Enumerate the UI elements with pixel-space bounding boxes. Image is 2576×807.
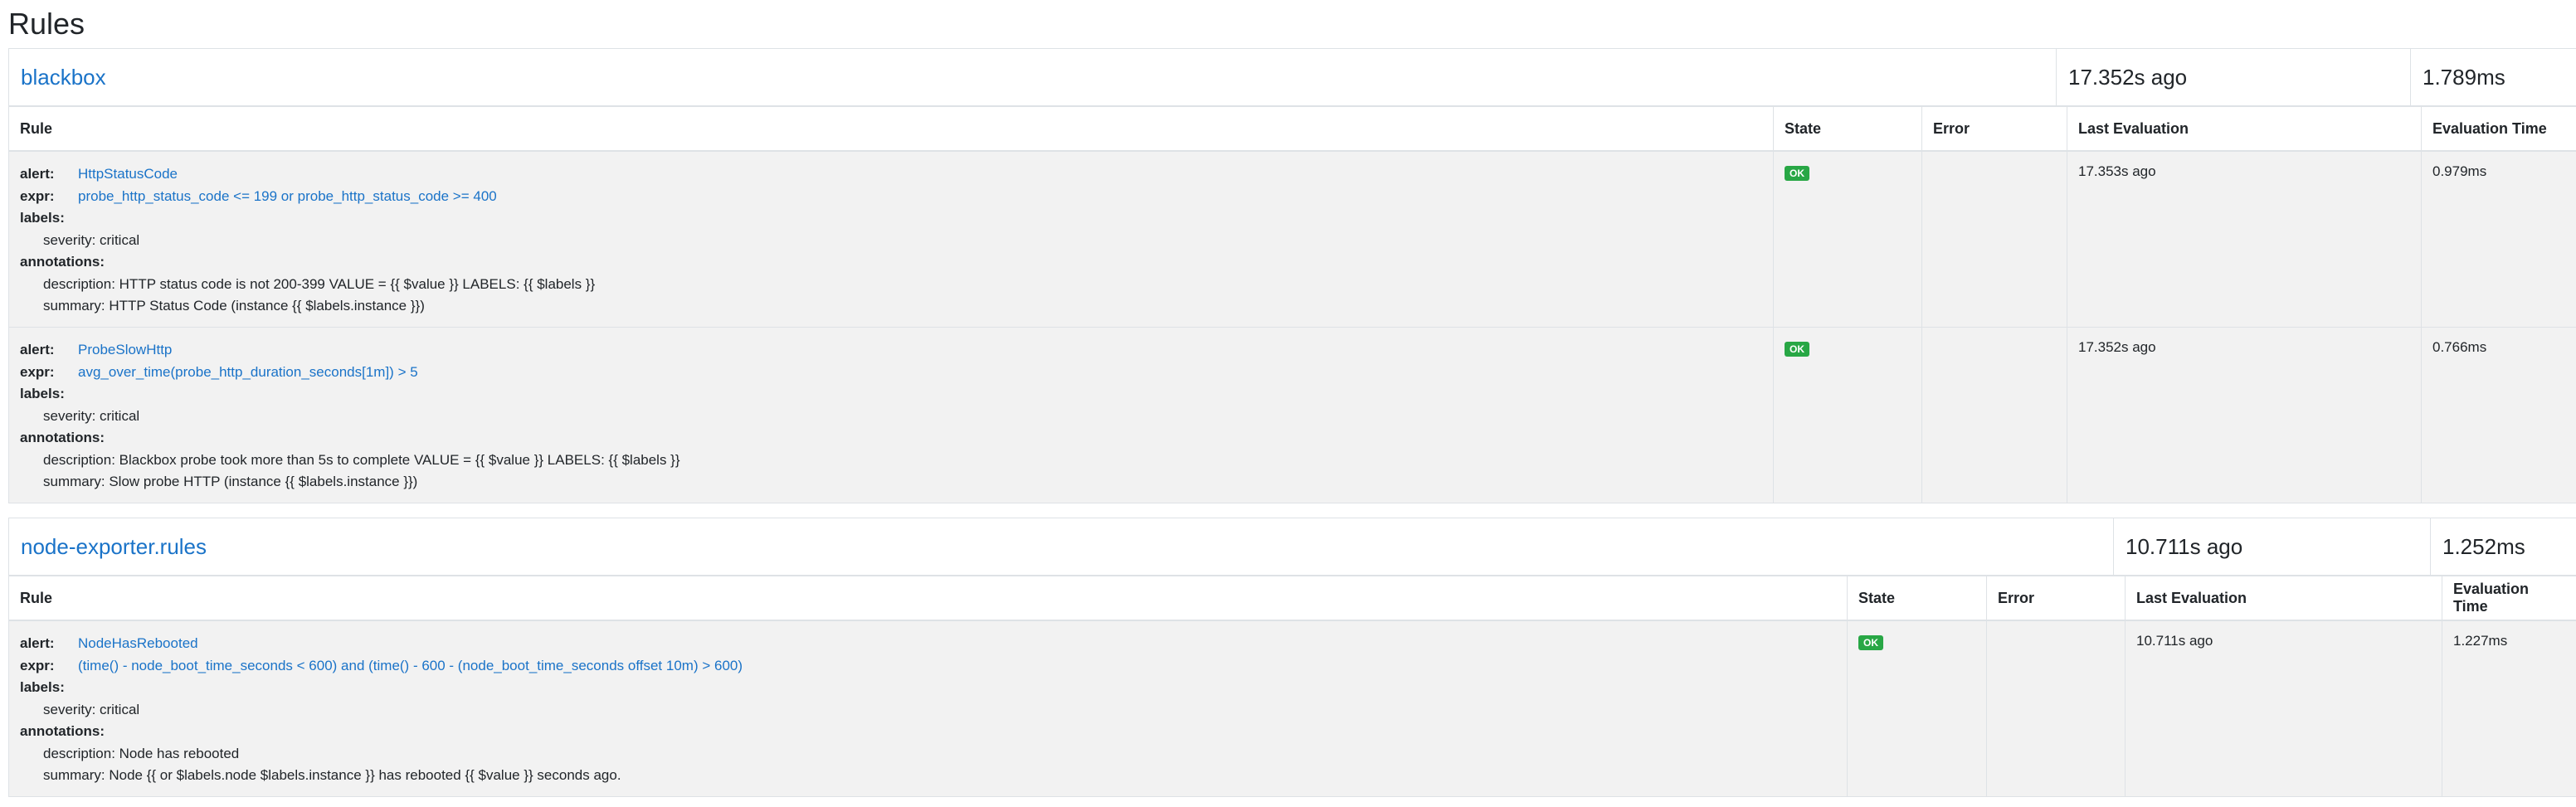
last-evaluation-cell: 17.353s ago [2067, 152, 2422, 327]
column-header-rule: Rule [9, 107, 1774, 150]
group-last-evaluation: 10.711s ago [2114, 518, 2431, 575]
table-row: alert: NodeHasRebooted expr: (time() - nod… [9, 621, 2576, 797]
rule-definition: alert: ProbeSlowHttp expr: avg_over_time(p… [9, 328, 1774, 503]
table-row: alert: ProbeSlowHttp expr: avg_over_time(p… [9, 328, 2576, 503]
table-row: alert: HttpStatusCode expr: probe_http_sta… [9, 152, 2576, 328]
alert-name-link[interactable]: NodeHasRebooted [78, 635, 198, 651]
label-item: severity: critical [43, 407, 140, 424]
labels-key: labels: [20, 679, 65, 695]
annotations-key: annotations: [20, 723, 105, 739]
annotations-key: annotations: [20, 254, 105, 270]
expr-key: expr: [20, 187, 55, 204]
expr-link[interactable]: avg_over_time(probe_http_duration_second… [78, 364, 418, 380]
state-badge: OK [1785, 166, 1809, 181]
last-evaluation-cell: 10.711s ago [2126, 621, 2442, 796]
column-header-evaluation-time: Evaluation Time [2442, 576, 2576, 620]
expr-key: expr: [20, 363, 55, 380]
state-badge: OK [1785, 342, 1809, 357]
annotation-summary: summary: HTTP Status Code (instance {{ $… [43, 298, 425, 314]
alert-name-link[interactable]: HttpStatusCode [78, 166, 178, 182]
expr-link[interactable]: probe_http_status_code <= 199 or probe_h… [78, 188, 497, 204]
expr-key: expr: [20, 657, 55, 673]
evaluation-time-cell: 1.227ms [2442, 621, 2576, 796]
group-header: blackbox 17.352s ago 1.789ms [9, 49, 2576, 107]
alert-name-link[interactable]: ProbeSlowHttp [78, 342, 172, 357]
group-name-link[interactable]: node-exporter.rules [21, 534, 207, 560]
rule-group-blackbox: blackbox 17.352s ago 1.789ms Rule State … [8, 48, 2576, 503]
column-header-last-evaluation: Last Evaluation [2126, 576, 2442, 620]
group-name-cell: node-exporter.rules [9, 518, 2114, 575]
column-header-row: Rule State Error Last Evaluation Evaluat… [9, 576, 2576, 621]
column-header-rule: Rule [9, 576, 1848, 620]
labels-key: labels: [20, 210, 65, 226]
group-evaluation-time: 1.789ms [2411, 49, 2576, 105]
column-header-evaluation-time: Evaluation Time [2422, 107, 2576, 150]
group-name-link[interactable]: blackbox [21, 65, 106, 90]
alert-key: alert: [20, 635, 55, 651]
column-header-error: Error [1987, 576, 2126, 620]
labels-key: labels: [20, 386, 65, 401]
error-cell [1922, 328, 2067, 503]
column-header-state: State [1774, 107, 1922, 150]
rule-definition: alert: NodeHasRebooted expr: (time() - nod… [9, 621, 1848, 796]
label-item: severity: critical [43, 701, 140, 717]
group-last-evaluation: 17.352s ago [2057, 49, 2411, 105]
column-header-row: Rule State Error Last Evaluation Evaluat… [9, 107, 2576, 152]
group-header: node-exporter.rules 10.711s ago 1.252ms [9, 518, 2576, 576]
error-cell [1922, 152, 2067, 327]
page-title: Rules [8, 7, 85, 41]
label-item: severity: critical [43, 231, 140, 248]
evaluation-time-cell: 0.979ms [2422, 152, 2576, 327]
state-cell: OK [1774, 152, 1922, 327]
rule-definition: alert: HttpStatusCode expr: probe_http_sta… [9, 152, 1774, 327]
error-cell [1987, 621, 2126, 796]
group-evaluation-time: 1.252ms [2431, 518, 2576, 575]
annotation-summary: summary: Node {{ or $labels.node $labels… [43, 767, 621, 783]
column-header-state: State [1848, 576, 1987, 620]
alert-key: alert: [20, 342, 55, 357]
state-cell: OK [1848, 621, 1987, 796]
rule-group-node-exporter: node-exporter.rules 10.711s ago 1.252ms … [8, 518, 2576, 797]
annotation-description: description: Node has rebooted [43, 745, 240, 761]
state-badge: OK [1858, 635, 1883, 650]
annotations-key: annotations: [20, 430, 105, 445]
evaluation-time-cell: 0.766ms [2422, 328, 2576, 503]
group-name-cell: blackbox [9, 49, 2057, 105]
annotation-description: description: Blackbox probe took more th… [43, 451, 680, 468]
last-evaluation-cell: 17.352s ago [2067, 328, 2422, 503]
annotation-summary: summary: Slow probe HTTP (instance {{ $l… [43, 474, 418, 489]
column-header-error: Error [1922, 107, 2067, 150]
column-header-last-evaluation: Last Evaluation [2067, 107, 2422, 150]
alert-key: alert: [20, 166, 55, 182]
expr-link[interactable]: (time() - node_boot_time_seconds < 600) … [78, 658, 743, 673]
annotation-description: description: HTTP status code is not 200… [43, 275, 596, 292]
state-cell: OK [1774, 328, 1922, 503]
